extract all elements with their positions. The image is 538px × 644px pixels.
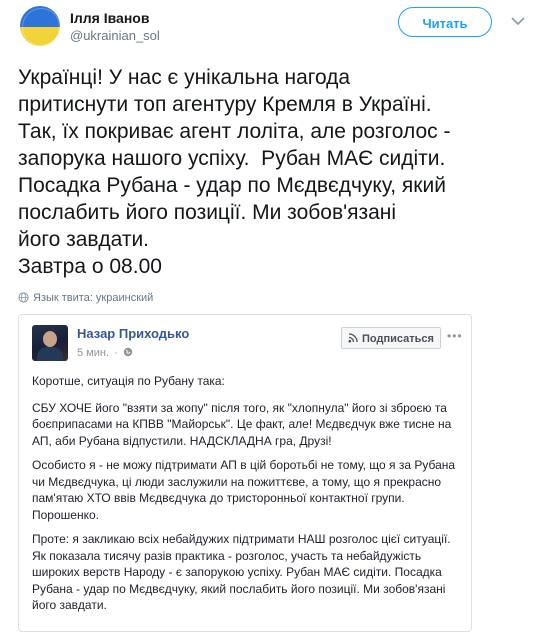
post-time[interactable]: 5 мин. [77,347,109,359]
globe-icon [18,292,29,303]
tweet-header: Ілля Іванов @ukrainian_sol Читать [20,6,525,46]
post-author-name[interactable]: Назар Приходько [77,326,189,341]
follow-button[interactable]: Читать [398,7,492,37]
tweet-text: Українці! У нас є унікальна нагода прити… [18,66,451,278]
post-paragraph: Коротше, ситуація по Рубану така: [32,374,225,388]
post-paragraph: СБУ ХОЧЕ його "взяти за жопу" після того… [32,400,452,448]
embedded-facebook-post: Назар Приходько 5 мин. · Подписаться •••… [18,314,472,632]
rss-icon [348,330,358,343]
author-handle[interactable]: @ukrainian_sol [70,28,160,43]
post-paragraph: Проте: я закликаю всіх небайдужих підтри… [32,532,451,612]
subscribe-button[interactable]: Подписаться [341,327,441,349]
globe-icon [123,347,133,357]
more-options-icon[interactable]: ••• [447,329,463,343]
post-text: Коротше, ситуація по Рубану така: СБУ ХО… [32,373,462,622]
tweet-language: Язык твита: украинский [18,292,153,306]
author-name[interactable]: Ілля Іванов [70,10,149,26]
subscribe-label: Подписаться [362,333,434,345]
tweet-language-label: Язык твита: украинский [33,292,154,304]
post-meta: 5 мин. · [77,347,133,359]
chevron-down-icon[interactable] [508,12,528,30]
post-paragraph: Особисто я - не можу підтримати АП в цій… [32,458,456,522]
author-avatar[interactable] [20,6,60,46]
post-author-avatar[interactable] [32,325,68,361]
